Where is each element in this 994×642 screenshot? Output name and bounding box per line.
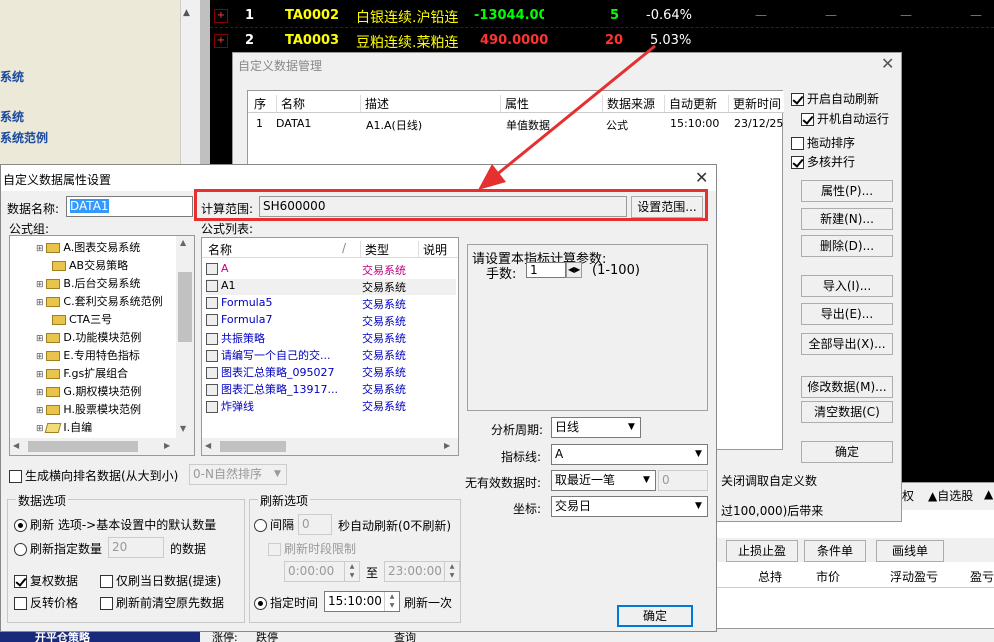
annotation-arrow-icon (478, 44, 656, 190)
